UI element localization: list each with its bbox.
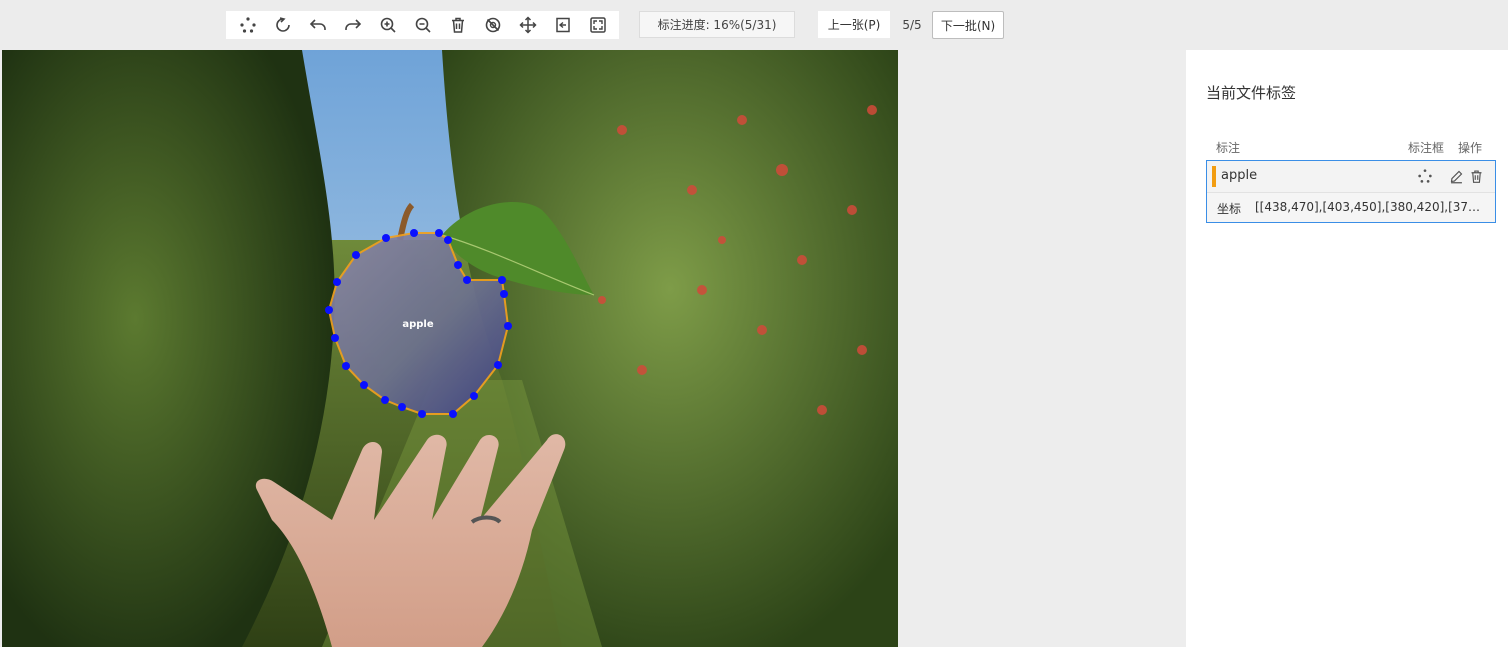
label-name: apple: [1221, 168, 1258, 183]
top-bar: 标注进度: 16%(5/31) 上一张(P) 5/5 下一批(N): [0, 0, 1508, 50]
hide-icon[interactable]: [481, 13, 505, 37]
vertex-handle[interactable]: [325, 306, 333, 314]
vertex-handle[interactable]: [454, 261, 462, 269]
vertex-handle[interactable]: [331, 334, 339, 342]
polygon-label-text: apple: [402, 319, 433, 330]
label-card-header[interactable]: apple: [1207, 161, 1495, 193]
vertex-handle[interactable]: [398, 403, 406, 411]
vertex-handle[interactable]: [418, 410, 426, 418]
prev-image-button[interactable]: 上一张(P): [818, 11, 890, 38]
polygon-box-icon[interactable]: [1416, 167, 1434, 185]
zoom-out-icon[interactable]: [411, 13, 435, 37]
column-header-label: 标注: [1216, 141, 1241, 155]
vertex-handle[interactable]: [435, 229, 443, 237]
label-coordinates-row: 坐标 [[438,470],[403,450],[380,420],[372,3…: [1207, 193, 1495, 222]
zoom-in-icon[interactable]: [376, 13, 400, 37]
coordinates-key: 坐标: [1217, 202, 1242, 216]
vertex-handle[interactable]: [449, 410, 457, 418]
vertex-handle[interactable]: [463, 276, 471, 284]
column-header-box: 标注框: [1408, 141, 1445, 155]
redo-icon[interactable]: [341, 13, 365, 37]
vertex-handle[interactable]: [381, 396, 389, 404]
undo-icon[interactable]: [306, 13, 330, 37]
vertex-handle[interactable]: [494, 361, 502, 369]
edit-icon[interactable]: [1447, 167, 1465, 185]
label-card-apple[interactable]: apple 坐标 [[438,470],[403,450],[380,420],…: [1206, 160, 1496, 223]
vertex-handle[interactable]: [352, 251, 360, 259]
annotation-canvas[interactable]: apple: [0, 50, 1186, 647]
vertex-handle[interactable]: [444, 236, 452, 244]
annotation-toolbar: [226, 11, 619, 39]
coordinates-value: [[438,470],[403,450],[380,420],[372,38..…: [1255, 200, 1483, 214]
vertex-handle[interactable]: [504, 322, 512, 330]
delete-icon[interactable]: [446, 13, 470, 37]
vertex-handle[interactable]: [382, 234, 390, 242]
fullscreen-icon[interactable]: [586, 13, 610, 37]
rotate-icon[interactable]: [271, 13, 295, 37]
vertex-handle[interactable]: [500, 290, 508, 298]
vertex-handle[interactable]: [470, 392, 478, 400]
column-header-action: 操作: [1458, 141, 1483, 155]
fit-window-icon[interactable]: [551, 13, 575, 37]
label-color-swatch: [1212, 166, 1216, 187]
delete-label-icon[interactable]: [1467, 167, 1485, 185]
move-icon[interactable]: [516, 13, 540, 37]
annotated-photo[interactable]: apple: [2, 50, 898, 647]
photo-scene: apple: [2, 50, 898, 647]
vertex-handle[interactable]: [360, 381, 368, 389]
annotation-progress: 标注进度: 16%(5/31): [639, 11, 795, 38]
image-counter: 5/5: [902, 17, 922, 32]
vertex-handle[interactable]: [342, 362, 350, 370]
label-panel: 当前文件标签 标注 标注框 操作 apple 坐标 [[438,470],[40…: [1186, 50, 1508, 647]
vertex-handle[interactable]: [498, 276, 506, 284]
panel-title: 当前文件标签: [1206, 84, 1297, 102]
vertex-handle[interactable]: [333, 278, 341, 286]
vertex-handle[interactable]: [410, 229, 418, 237]
next-batch-button[interactable]: 下一批(N): [932, 11, 1004, 39]
polygon-tool-icon[interactable]: [236, 13, 260, 37]
